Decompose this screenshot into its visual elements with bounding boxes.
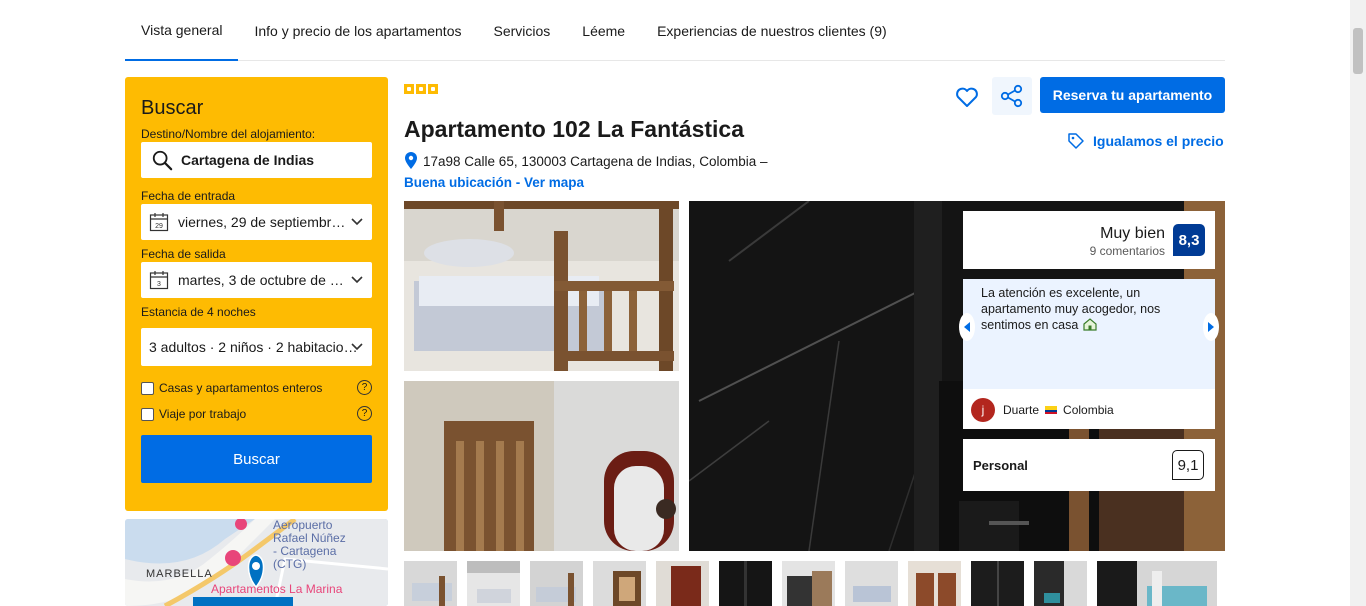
- score-badge: 8,3: [1173, 224, 1205, 256]
- guests-value: 3 adultos · 2 niños · 2 habitaciones: [149, 339, 361, 355]
- star-icon: [404, 84, 414, 94]
- location-map-link[interactable]: Buena ubicación - Ver mapa: [404, 175, 584, 190]
- thumbnail-photo[interactable]: [530, 561, 583, 606]
- thumbnail-photo[interactable]: [656, 561, 709, 606]
- star-rating: [404, 84, 438, 94]
- staff-score: 9,1: [1172, 450, 1204, 480]
- thumbnail-photo[interactable]: [782, 561, 835, 606]
- tab-apartment-info[interactable]: Info y precio de los apartamentos: [238, 0, 477, 61]
- chevron-left-icon: [964, 322, 970, 332]
- homes-checkbox[interactable]: [141, 381, 154, 395]
- checkin-value: viernes, 29 de septiembre de 2023: [178, 214, 350, 230]
- checkin-field[interactable]: 29 viernes, 29 de septiembre de 2023: [141, 204, 372, 240]
- thumbnail-photo[interactable]: [908, 561, 961, 606]
- chevron-down-icon: [351, 343, 363, 351]
- staff-label: Personal: [973, 458, 1028, 473]
- avatar: j: [971, 398, 995, 422]
- photo-thumbnail-strip: [404, 561, 1217, 606]
- search-title: Buscar: [141, 97, 204, 119]
- reviewer-info: j Duarte Colombia: [971, 398, 1114, 422]
- location-pin-icon: [405, 152, 417, 169]
- scrollbar-thumb[interactable]: [1353, 28, 1363, 74]
- photo-bedroom-2[interactable]: [404, 381, 679, 551]
- homes-checkbox-row[interactable]: Casas y apartamentos enteros ?: [141, 379, 372, 397]
- search-button[interactable]: Buscar: [141, 435, 372, 483]
- tab-overview[interactable]: Vista general: [125, 0, 239, 61]
- tab-reviews[interactable]: Experiencias de nuestros clientes (9): [641, 0, 903, 61]
- featured-review: La atención es excelente, un apartamento…: [959, 279, 1219, 429]
- reviewer-name: Duarte: [1003, 403, 1040, 417]
- thumbnail-photo[interactable]: [1034, 561, 1087, 606]
- thumbnail-photo[interactable]: [467, 561, 520, 606]
- review-quote: La atención es excelente, un apartamento…: [981, 286, 1161, 332]
- thumbnail-photo[interactable]: [719, 561, 772, 606]
- share-icon: [1000, 84, 1023, 108]
- svg-text:3: 3: [157, 281, 161, 288]
- reviewer-country: Colombia: [1063, 403, 1114, 417]
- calendar-icon: 29: [149, 213, 169, 232]
- chevron-down-icon: [351, 218, 363, 226]
- house-icon: [1083, 318, 1097, 331]
- destination-value: Cartagena de Indias: [181, 152, 315, 168]
- heart-icon[interactable]: [954, 84, 980, 110]
- work-checkbox-row[interactable]: Viaje por trabajo ?: [141, 405, 372, 423]
- search-panel: Buscar Destino/Nombre del alojamiento: C…: [125, 77, 388, 511]
- work-checkbox-label: Viaje por trabajo: [159, 407, 247, 421]
- thumbnail-photo[interactable]: [971, 561, 1024, 606]
- checkout-field[interactable]: 3 martes, 3 de octubre de 2023: [141, 262, 372, 298]
- homes-checkbox-label: Casas y apartamentos enteros: [159, 381, 323, 395]
- review-count: 9 comentarios: [1089, 244, 1165, 258]
- colombia-flag-icon: [1045, 406, 1058, 414]
- share-button[interactable]: [992, 77, 1032, 115]
- svg-text:Apartamentos La Marina: Apartamentos La Marina: [211, 582, 343, 596]
- tab-facilities[interactable]: Servicios: [477, 0, 566, 61]
- review-score-card[interactable]: Muy bien 9 comentarios 8,3: [963, 211, 1215, 269]
- svg-text:MARBELLA: MARBELLA: [146, 568, 213, 580]
- thumbnail-photo[interactable]: [845, 561, 898, 606]
- map-image: Aeropuerto Rafael Núñez - Cartagena (CTG…: [125, 519, 388, 606]
- checkin-label: Fecha de entrada: [141, 189, 236, 203]
- price-match-link[interactable]: Igualamos el precio: [1067, 132, 1224, 150]
- nav-tabs: Vista general Info y precio de los apart…: [125, 0, 1225, 61]
- address-text: 17a98 Calle 65, 130003 Cartagena de Indi…: [423, 153, 768, 169]
- help-icon[interactable]: ?: [357, 380, 372, 395]
- star-icon: [428, 84, 438, 94]
- property-address: 17a98 Calle 65, 130003 Cartagena de Indi…: [404, 152, 768, 170]
- chevron-down-icon: [351, 276, 363, 284]
- thumbnail-photo[interactable]: [593, 561, 646, 606]
- stay-length: Estancia de 4 noches: [141, 305, 256, 319]
- help-icon[interactable]: ?: [357, 406, 372, 421]
- review-next-button[interactable]: [1203, 313, 1219, 341]
- svg-text:(CTG): (CTG): [273, 557, 306, 571]
- score-word: Muy bien: [1100, 225, 1165, 242]
- svg-text:Rafael Núñez: Rafael Núñez: [273, 531, 346, 545]
- page-scrollbar[interactable]: [1350, 0, 1366, 606]
- checkout-value: martes, 3 de octubre de 2023: [178, 272, 350, 288]
- staff-score-card: Personal 9,1: [963, 439, 1215, 491]
- calendar-icon: 3: [149, 271, 169, 290]
- tab-house-rules[interactable]: Léeme: [566, 0, 641, 61]
- star-icon: [416, 84, 426, 94]
- chevron-right-icon: [1208, 322, 1214, 332]
- price-match-label: Igualamos el precio: [1093, 133, 1224, 149]
- guests-select[interactable]: 3 adultos · 2 niños · 2 habitaciones: [141, 328, 372, 366]
- svg-text:- Cartagena: - Cartagena: [273, 544, 337, 558]
- svg-text:29: 29: [155, 223, 163, 230]
- reserve-button[interactable]: Reserva tu apartamento: [1040, 77, 1225, 113]
- map-preview[interactable]: Aeropuerto Rafael Núñez - Cartagena (CTG…: [125, 519, 388, 606]
- photo-bedroom-1[interactable]: [404, 201, 679, 371]
- work-checkbox[interactable]: [141, 407, 154, 421]
- review-prev-button[interactable]: [959, 313, 975, 341]
- search-icon: [152, 150, 173, 171]
- tag-icon: [1068, 133, 1084, 149]
- destination-label: Destino/Nombre del alojamiento:: [141, 127, 316, 141]
- checkout-label: Fecha de salida: [141, 247, 226, 261]
- review-quote-box: La atención es excelente, un apartamento…: [963, 279, 1215, 389]
- thumbnail-photo[interactable]: [404, 561, 457, 606]
- destination-input[interactable]: Cartagena de Indias: [141, 142, 372, 178]
- property-title: Apartamento 102 La Fantástica: [404, 116, 745, 142]
- thumbnail-photo[interactable]: [1097, 561, 1217, 606]
